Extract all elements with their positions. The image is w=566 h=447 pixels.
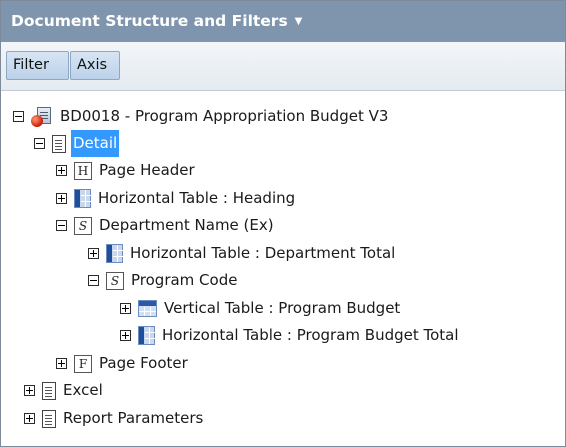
expand-icon[interactable] [120, 303, 131, 314]
tree-node-report-parameters[interactable]: Report Parameters [24, 405, 205, 432]
expand-icon[interactable] [56, 165, 67, 176]
collapse-icon[interactable] [56, 220, 67, 231]
expand-icon[interactable] [56, 193, 67, 204]
footer-section-icon: F [74, 354, 92, 373]
tree-node-label: Horizontal Table : Program Budget Total [162, 326, 459, 344]
tree-node-label: Report Parameters [63, 409, 204, 427]
tree-node-vertical-table-program-budget[interactable]: Vertical Table : Program Budget [120, 295, 402, 322]
tree-node-label: Page Header [99, 161, 195, 179]
collapse-icon[interactable] [34, 138, 45, 149]
panel-toolbar: Filter Axis [1, 42, 565, 91]
tree-node-page-header[interactable]: H Page Header [56, 157, 197, 184]
filter-tab[interactable]: Filter [6, 51, 69, 80]
expand-icon[interactable] [88, 248, 99, 259]
vertical-table-icon [138, 300, 157, 317]
document-structure-panel: Document Structure and Filters ▼ Filter A… [0, 0, 566, 447]
document-structure-tree: BD0018 - Program Appropriation Budget V3… [1, 90, 565, 446]
tree-node-root[interactable]: BD0018 - Program Appropriation Budget V3 [13, 103, 390, 130]
tree-node-excel[interactable]: Excel [24, 377, 105, 404]
document-icon [52, 134, 66, 153]
tree-node-page-footer[interactable]: F Page Footer [56, 350, 190, 377]
tree-node-label: Horizontal Table : Department Total [130, 244, 396, 262]
expand-icon[interactable] [24, 413, 35, 424]
collapse-icon[interactable] [13, 111, 24, 122]
panel-title[interactable]: Document Structure and Filters ▼ [1, 1, 565, 42]
document-icon [42, 381, 56, 400]
expand-icon[interactable] [120, 330, 131, 341]
tree-node-label: BD0018 - Program Appropriation Budget V3 [60, 107, 389, 125]
tree-node-horizontal-table-program-budget-total[interactable]: Horizontal Table : Program Budget Total [120, 322, 461, 349]
tree-node-label: Horizontal Table : Heading [98, 189, 296, 207]
tree-node-label: Vertical Table : Program Budget [164, 299, 401, 317]
tree-node-label: Excel [63, 381, 103, 399]
section-icon: S [74, 216, 92, 235]
chevron-down-icon[interactable]: ▼ [295, 16, 303, 27]
tree-node-horizontal-table-heading[interactable]: Horizontal Table : Heading [56, 185, 297, 212]
panel-title-text: Document Structure and Filters [11, 12, 288, 30]
axis-tab[interactable]: Axis [70, 51, 120, 80]
section-icon: S [106, 271, 124, 290]
document-icon [42, 409, 56, 428]
tree-node-label: Department Name (Ex) [99, 216, 274, 234]
tree-node-program-code[interactable]: S Program Code [88, 267, 239, 294]
tree-node-label: Page Footer [99, 354, 188, 372]
tree-node-label: Program Code [131, 271, 238, 289]
tree-node-detail[interactable]: Detail [34, 130, 120, 157]
horizontal-table-icon [74, 189, 91, 208]
collapse-icon[interactable] [88, 275, 99, 286]
header-section-icon: H [74, 161, 92, 180]
expand-icon[interactable] [56, 358, 67, 369]
horizontal-table-icon [138, 326, 155, 345]
expand-icon[interactable] [24, 385, 35, 396]
tree-node-label: Detail [71, 130, 120, 157]
tree-node-horizontal-table-department-total[interactable]: Horizontal Table : Department Total [88, 240, 397, 267]
horizontal-table-icon [106, 244, 123, 263]
report-icon [31, 106, 53, 128]
tree-node-department-name[interactable]: S Department Name (Ex) [56, 212, 276, 239]
